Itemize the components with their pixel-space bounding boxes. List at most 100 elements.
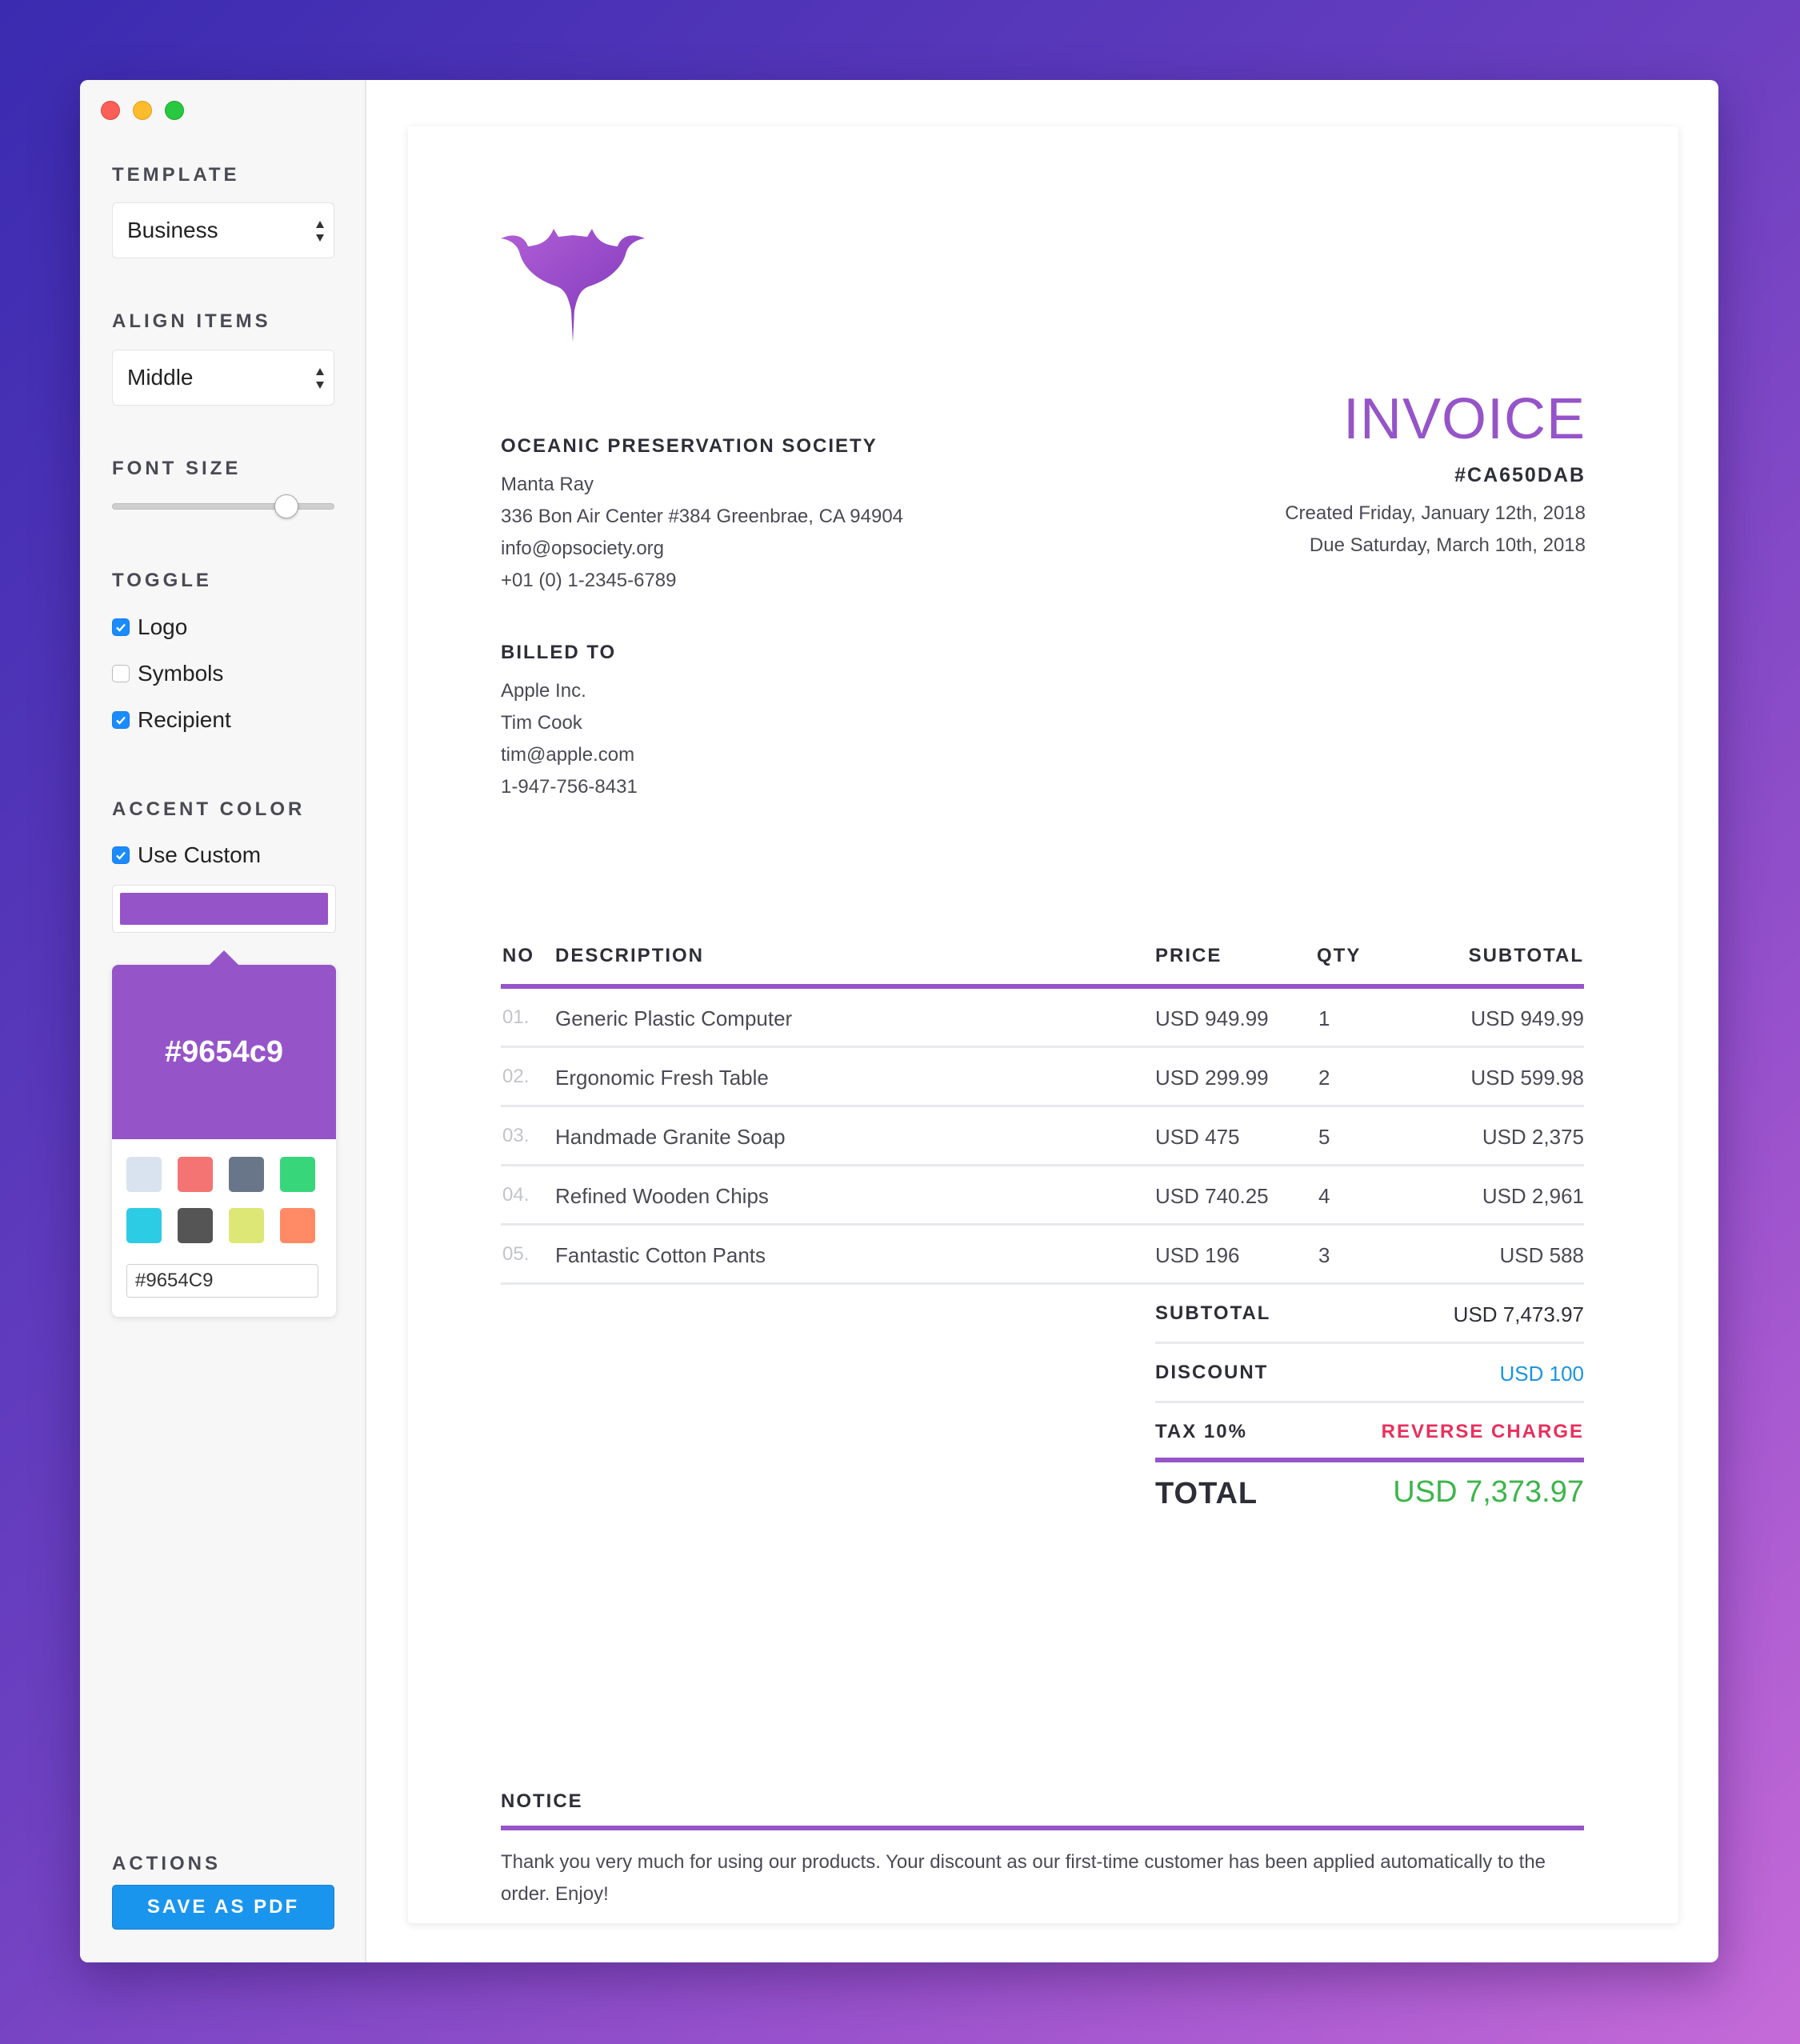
save-as-pdf-button[interactable]: SAVE AS PDF [112,1885,334,1930]
minimize-window-button[interactable] [133,101,152,120]
column-header-qty: QTY [1317,945,1362,966]
popover-caret [208,950,240,966]
invoice-title: INVOICE [1342,387,1586,451]
align-items-select[interactable]: Middle [112,350,334,406]
sender-name: OCEANIC PRESERVATION SOCIETY [501,435,878,457]
checkmark-icon [116,716,126,725]
toggle-label: TOGGLE [112,570,212,591]
checkbox-use-custom[interactable] [112,846,130,864]
billed-email: tim@apple.com [501,744,635,766]
color-swatch[interactable] [126,1208,162,1243]
color-swatch[interactable] [280,1157,315,1192]
summary-discount-row: DISCOUNT USD 100 [1155,1344,1584,1403]
checkbox-symbols[interactable] [112,665,130,682]
invoice-created-date: Created Friday, January 12th, 2018 [1285,502,1586,524]
accent-color-swatch[interactable] [112,885,336,933]
row-qty: 3 [1318,1243,1330,1267]
template-label: TEMPLATE [112,164,240,186]
invoice-document: OCEANIC PRESERVATION SOCIETY Manta Ray 3… [408,126,1678,1923]
color-swatch[interactable] [280,1208,315,1243]
row-description: Handmade Granite Soap [555,1125,786,1149]
select-arrows-icon [316,221,324,242]
row-number: 04. [502,1184,530,1206]
row-subtotal: USD 599.98 [1470,1066,1584,1090]
row-number: 01. [502,1006,530,1028]
toggle-symbols-label: Symbols [138,661,224,686]
row-price: USD 196 [1155,1243,1240,1267]
checkmark-icon [116,623,126,632]
summary-tax-row: TAX 10% REVERSE CHARGE [1155,1403,1584,1462]
summary-tax-value: REVERSE CHARGE [1381,1421,1584,1442]
manta-ray-logo [501,229,645,342]
table-row: 05. Fantastic Cotton Pants USD 196 3 USD… [501,1226,1584,1285]
hex-color-input[interactable]: #9654C9 [126,1264,318,1298]
notice-text: Thank you very much for using our produc… [501,1851,1546,1905]
row-subtotal: USD 2,375 [1482,1125,1584,1149]
billed-contact: Tim Cook [501,712,582,734]
checkbox-recipient[interactable] [112,711,130,729]
row-qty: 2 [1318,1066,1330,1090]
checkbox-logo[interactable] [112,618,130,636]
sender-contact-name: Manta Ray [501,474,594,495]
row-qty: 5 [1318,1125,1330,1149]
checkmark-icon [116,851,126,860]
toggle-recipient[interactable]: Recipient [112,707,231,733]
billed-company: Apple Inc. [501,680,586,702]
color-swatch[interactable] [229,1157,264,1192]
font-size-label: FONT SIZE [112,458,242,479]
row-description: Generic Plastic Computer [555,1006,793,1030]
align-items-select-value: Middle [127,365,194,390]
close-window-button[interactable] [101,101,120,120]
table-row: 02. Ergonomic Fresh Table USD 299.99 2 U… [501,1048,1584,1107]
row-qty: 1 [1318,1006,1330,1030]
billed-to-label: BILLED TO [501,642,617,663]
summary-subtotal-row: SUBTOTAL USD 7,473.97 [1155,1285,1584,1344]
row-subtotal: USD 588 [1499,1243,1585,1267]
row-description: Fantastic Cotton Pants [555,1243,766,1267]
column-header-no: NO [502,945,534,966]
color-picker-preview: #9654c9 [112,965,336,1139]
billed-phone: 1-947-756-8431 [501,776,638,798]
summary-discount-label: DISCOUNT [1155,1362,1269,1383]
invoice-number: #CA650DAB [1454,464,1586,486]
maximize-window-button[interactable] [165,101,184,120]
sender-email: info@opsociety.org [501,538,665,559]
template-select-value: Business [127,218,218,242]
color-picker-hex-display: #9654c9 [165,1034,283,1069]
toggle-symbols[interactable]: Symbols [112,661,223,686]
toggle-logo[interactable]: Logo [112,614,187,640]
summary-tax-label: TAX 10% [1155,1421,1247,1442]
color-swatch[interactable] [178,1208,213,1243]
color-swatch[interactable] [178,1157,213,1192]
row-number: 03. [502,1125,530,1146]
select-arrows-icon [316,368,324,389]
table-row: 03. Handmade Granite Soap USD 475 5 USD … [501,1107,1584,1166]
toggle-recipient-label: Recipient [138,707,231,732]
table-row: 01. Generic Plastic Computer USD 949.99 … [501,989,1584,1048]
settings-sidebar: TEMPLATE Business ALIGN ITEMS Middle FON… [80,80,366,1962]
color-swatch-grid [126,1157,315,1243]
invoice-due-date: Due Saturday, March 10th, 2018 [1309,534,1586,556]
notice-label: NOTICE [501,1790,583,1812]
accent-color-label: ACCENT COLOR [112,798,306,820]
app-window: TEMPLATE Business ALIGN ITEMS Middle FON… [80,80,1718,1962]
color-picker-popover: #9654c9 #9654C9 [112,950,336,1317]
font-size-slider-thumb[interactable] [274,494,299,518]
use-custom-toggle[interactable]: Use Custom [112,842,261,868]
align-items-label: ALIGN ITEMS [112,310,271,332]
row-description: Refined Wooden Chips [555,1184,769,1208]
row-number: 02. [502,1066,530,1087]
summary-subtotal-label: SUBTOTAL [1155,1302,1271,1324]
template-select[interactable]: Business [112,202,334,258]
color-swatch[interactable] [229,1208,264,1243]
actions-label: ACTIONS [112,1853,221,1874]
row-price: USD 740.25 [1155,1184,1269,1208]
row-subtotal: USD 2,961 [1482,1184,1584,1208]
column-header-price: PRICE [1155,945,1222,966]
row-price: USD 475 [1155,1125,1240,1149]
color-swatch[interactable] [126,1157,162,1192]
total-value: USD 7,373.97 [1393,1475,1584,1509]
sender-address: 336 Bon Air Center #384 Greenbrae, CA 94… [501,506,904,527]
font-size-slider[interactable] [112,503,334,510]
use-custom-label: Use Custom [138,842,262,867]
